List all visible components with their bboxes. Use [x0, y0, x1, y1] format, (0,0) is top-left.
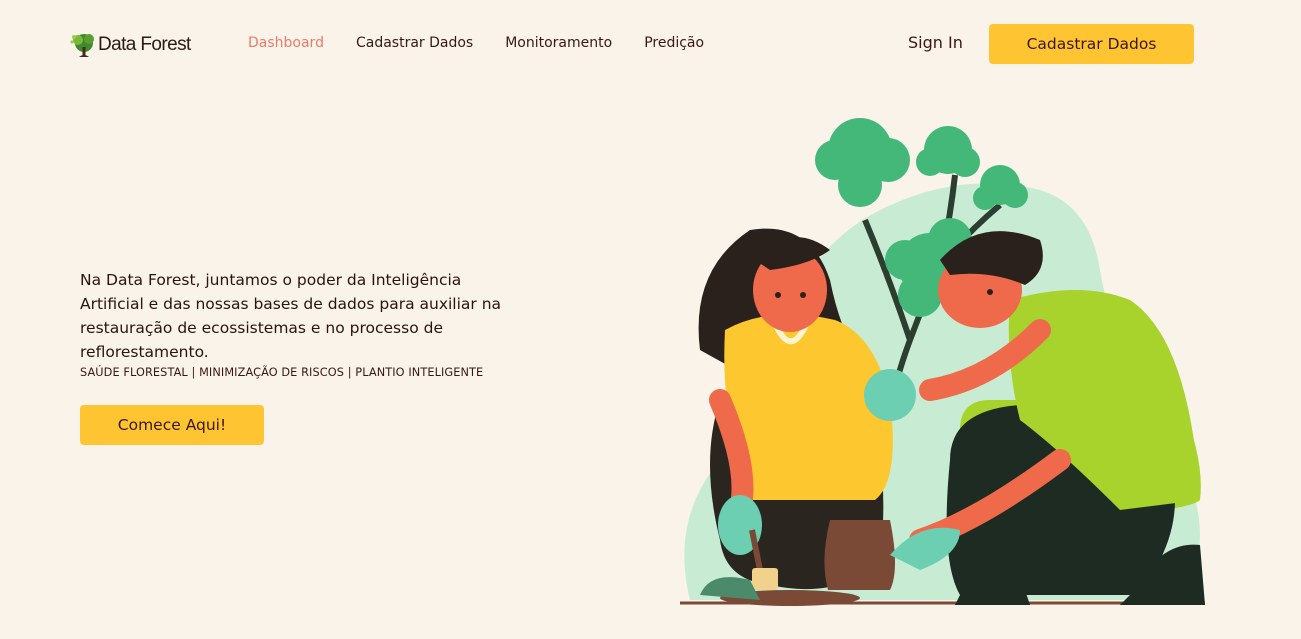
hero-tags: SAÚDE FLORESTAL | MINIMIZAÇÃO DE RISCOS … — [80, 366, 484, 379]
nav-link-monitoramento[interactable]: Monitoramento — [505, 35, 612, 51]
planting-illustration — [680, 118, 1205, 606]
sign-in-link[interactable]: Sign In — [908, 33, 963, 52]
navbar: Data Forest Dashboard Cadastrar Dados Mo… — [0, 0, 1301, 88]
nav-links: Dashboard Cadastrar Dados Monitoramento … — [248, 35, 736, 51]
comece-aqui-button[interactable]: Comece Aqui! — [80, 405, 264, 445]
nav-link-dashboard[interactable]: Dashboard — [248, 35, 324, 51]
nav-link-predicao[interactable]: Predição — [644, 35, 704, 51]
root-ball — [824, 520, 895, 590]
tree-logo-icon — [70, 34, 94, 57]
hero-description: Na Data Forest, juntamos o poder da Inte… — [80, 271, 502, 361]
nav-link-cadastrar-dados[interactable]: Cadastrar Dados — [356, 35, 473, 51]
cadastrar-dados-button[interactable]: Cadastrar Dados — [989, 24, 1194, 64]
logo[interactable]: Data Forest — [70, 30, 191, 60]
logo-text: Data Forest — [98, 34, 191, 55]
